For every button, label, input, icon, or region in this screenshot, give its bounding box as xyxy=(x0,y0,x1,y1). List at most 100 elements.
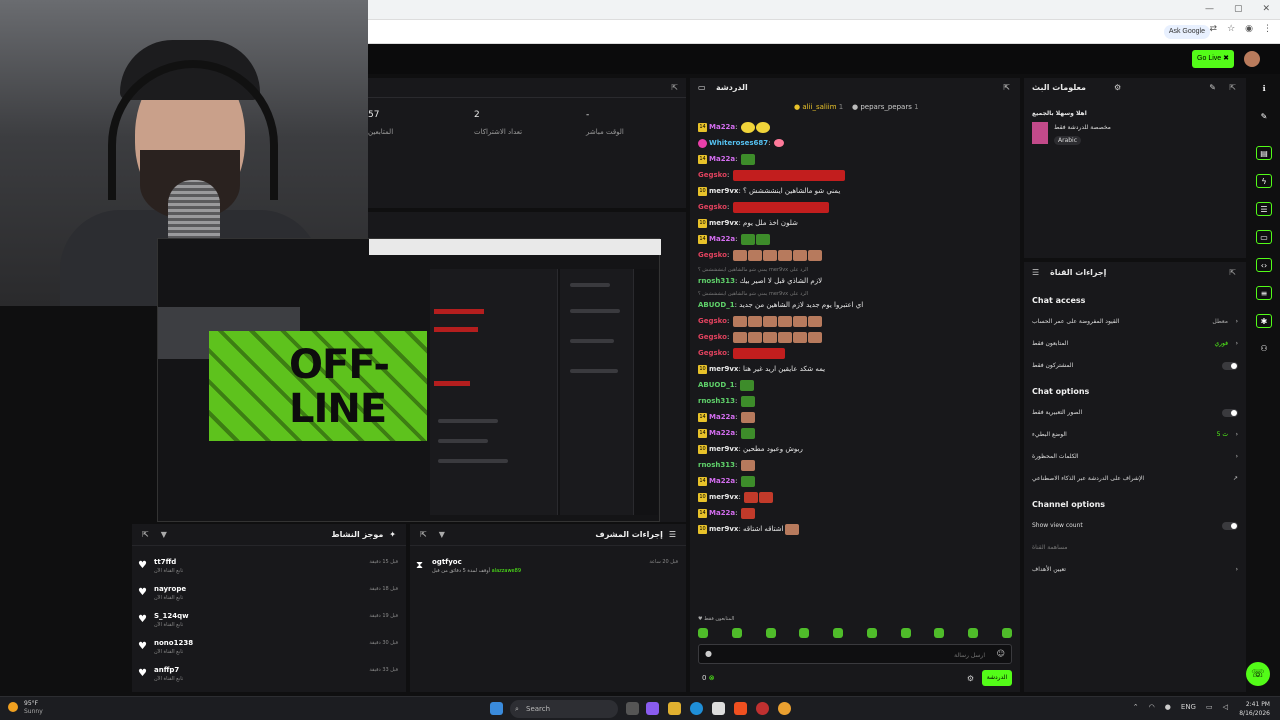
edit-icon[interactable]: ✎ xyxy=(1256,110,1272,124)
expand-icon[interactable]: ⇱ xyxy=(1003,83,1010,92)
chat-message: 14 Ma22a: xyxy=(698,474,755,488)
chat-message: 14 Ma22a: xyxy=(698,506,755,520)
expand-icon[interactable]: ⇱ xyxy=(142,530,149,539)
channel-actions-title: إجراءات القناة xyxy=(1050,268,1107,277)
chevron-up-icon[interactable]: ⌃ xyxy=(1133,703,1139,711)
subscribers-only-toggle[interactable] xyxy=(1222,362,1238,370)
bolt-icon[interactable]: ϟ xyxy=(1256,174,1272,188)
channel-help-label: مساهمة القناة xyxy=(1032,544,1068,551)
close-window-button[interactable]: ✕ xyxy=(1262,4,1270,14)
chat-message: 14 Ma22a: xyxy=(698,232,770,246)
browser-tabstrip: — ▢ ✕ xyxy=(368,0,1280,20)
sun-icon xyxy=(8,702,18,712)
chat-widget-icon[interactable]: ▤ xyxy=(1256,146,1272,160)
emote-button[interactable] xyxy=(1001,628,1012,638)
emote-picker-icon[interactable]: ☺ xyxy=(997,649,1005,658)
stream-preview-image: OFF- LINE xyxy=(157,238,661,522)
brave-icon[interactable] xyxy=(734,702,747,715)
clock[interactable]: 2:41 PM 8/16/2026 xyxy=(1239,700,1270,718)
emoji-icon[interactable]: ● xyxy=(705,649,712,658)
wifi-icon[interactable]: ◠ xyxy=(1149,703,1155,711)
filter-icon[interactable]: ▼ xyxy=(439,530,445,539)
copilot-icon[interactable] xyxy=(646,702,659,715)
mod-actions-panel: ⇱ ▼ إجراءات المشرف ☰ ⧗ ogtfyoc أوقف لمدة … xyxy=(410,524,686,692)
weather-widget[interactable]: 95°F Sunny xyxy=(8,700,43,716)
emote-button[interactable] xyxy=(900,628,911,638)
activity-item: ♥ nono1238 تابع القناة الآن قبل 30 دقيقة xyxy=(138,639,398,655)
translate-icon[interactable]: ⇄ xyxy=(1210,24,1218,34)
gear-icon[interactable]: ⚙ xyxy=(967,674,974,683)
chat-input[interactable] xyxy=(745,649,985,661)
taskbar-search[interactable]: ⌕ Search xyxy=(510,700,618,718)
list-icon[interactable]: ☰ xyxy=(1256,202,1272,216)
slow-mode-option[interactable]: الوضع البطيء 5 ث › xyxy=(1032,427,1238,443)
volume-icon[interactable]: ◁ xyxy=(1223,703,1228,711)
account-age-restriction-option[interactable]: القيود المفروضة على عمر الحساب معطل › xyxy=(1032,314,1238,330)
chat-message: Gegsko: xyxy=(698,330,822,344)
chat-input-box[interactable]: ● ☺ xyxy=(698,644,1012,664)
maximize-button[interactable]: ▢ xyxy=(1234,4,1243,14)
go-live-button[interactable]: Go Live ✖ xyxy=(1192,50,1234,68)
chat-message: rnosh313: xyxy=(698,394,755,408)
filter-icon[interactable]: ▼ xyxy=(161,530,167,539)
crown-icon: ● xyxy=(794,103,801,111)
chevron-right-icon: › xyxy=(1235,453,1238,460)
bookmark-star-icon[interactable]: ☆ xyxy=(1227,24,1235,34)
wrench-icon[interactable]: ✱ xyxy=(1256,314,1272,328)
chat-message: rnosh313: لازم الشاذي قبل لا اصير بيك xyxy=(698,277,823,285)
chat-message: rnosh313: xyxy=(698,458,755,472)
emote-button[interactable] xyxy=(866,628,877,638)
language-indicator[interactable]: ENG xyxy=(1181,703,1196,711)
address-bar[interactable]: Ask Google ⇄ ☆ ◉ ⋮ xyxy=(368,20,1280,44)
expand-icon[interactable]: ⇱ xyxy=(1229,83,1236,92)
message-icon[interactable]: ▭ xyxy=(1256,230,1272,244)
file-explorer-icon[interactable] xyxy=(668,702,681,715)
activity-item: ♥ nayrope تابع القناة الآن قبل 18 دقيقة xyxy=(138,585,398,601)
emote-button[interactable] xyxy=(833,628,844,638)
banned-words-option[interactable]: الكلمات المحظورة › xyxy=(1032,449,1238,465)
network-icon[interactable]: ▭ xyxy=(1206,703,1213,711)
menu-dots-icon[interactable]: ⋮ xyxy=(1263,24,1272,34)
emote-button[interactable] xyxy=(698,628,708,638)
stat-subscriptions: 2 تعداد الاشتراكات xyxy=(474,110,523,136)
expand-icon[interactable]: ⇱ xyxy=(420,530,427,539)
heart-icon: ♥ xyxy=(138,587,147,598)
emote-button[interactable] xyxy=(968,628,979,638)
chrome-icon[interactable] xyxy=(778,702,791,715)
expand-icon[interactable]: ⇱ xyxy=(1229,268,1236,277)
emote-button[interactable] xyxy=(731,628,742,638)
windows-start-icon[interactable] xyxy=(490,702,503,715)
store-icon[interactable] xyxy=(712,702,725,715)
emote-button[interactable] xyxy=(934,628,945,638)
obs-icon[interactable] xyxy=(756,702,769,715)
edit-icon[interactable]: ✎ xyxy=(1209,83,1216,92)
layers-icon[interactable]: ≡ xyxy=(1256,286,1272,300)
avatar[interactable] xyxy=(1244,51,1260,67)
info-icon[interactable]: ℹ xyxy=(1256,82,1272,96)
profile-icon[interactable]: ◉ xyxy=(1245,24,1253,34)
emotes-only-toggle[interactable] xyxy=(1222,409,1238,417)
edge-icon[interactable] xyxy=(690,702,703,715)
show-view-count-toggle[interactable] xyxy=(1222,522,1238,530)
list-icon: ☰ xyxy=(668,530,676,539)
mic-icon[interactable]: ● xyxy=(1165,703,1171,711)
chat-message: Gegsko: xyxy=(698,248,822,262)
ai-moderation-option[interactable]: الإشراف على الدردشة عبر الذكاء الاصطناعي… xyxy=(1032,471,1238,487)
emote-button[interactable] xyxy=(765,628,776,638)
channel-actions-icon: ☰ xyxy=(1032,268,1040,277)
users-icon[interactable]: ⚇ xyxy=(1256,342,1272,356)
set-goals-option[interactable]: تعيين الأهداف › xyxy=(1032,562,1238,578)
windows-taskbar: 95°F Sunny ⌕ Search ⌃ ◠ ● ENG ▭ ◁ 2:41 PM… xyxy=(0,696,1280,720)
minimize-button[interactable]: — xyxy=(1205,4,1214,14)
chat-count: 0 ⊗ xyxy=(702,674,715,682)
ask-google-button[interactable]: Ask Google xyxy=(1163,25,1210,39)
send-chat-button[interactable]: الدردشة xyxy=(982,670,1012,686)
system-tray: ⌃ ◠ ● ENG ▭ ◁ xyxy=(1133,703,1228,711)
stream-title: اهلا وسهلا بالجميع xyxy=(1032,110,1087,117)
followers-only-option[interactable]: المتابعون فقط فوري › xyxy=(1032,336,1238,352)
code-icon[interactable]: ‹› xyxy=(1256,258,1272,272)
support-chat-button[interactable]: ☏ xyxy=(1246,662,1270,686)
emote-button[interactable] xyxy=(799,628,810,638)
expand-icon[interactable]: ⇱ xyxy=(671,83,678,92)
task-view-icon[interactable] xyxy=(626,702,639,715)
